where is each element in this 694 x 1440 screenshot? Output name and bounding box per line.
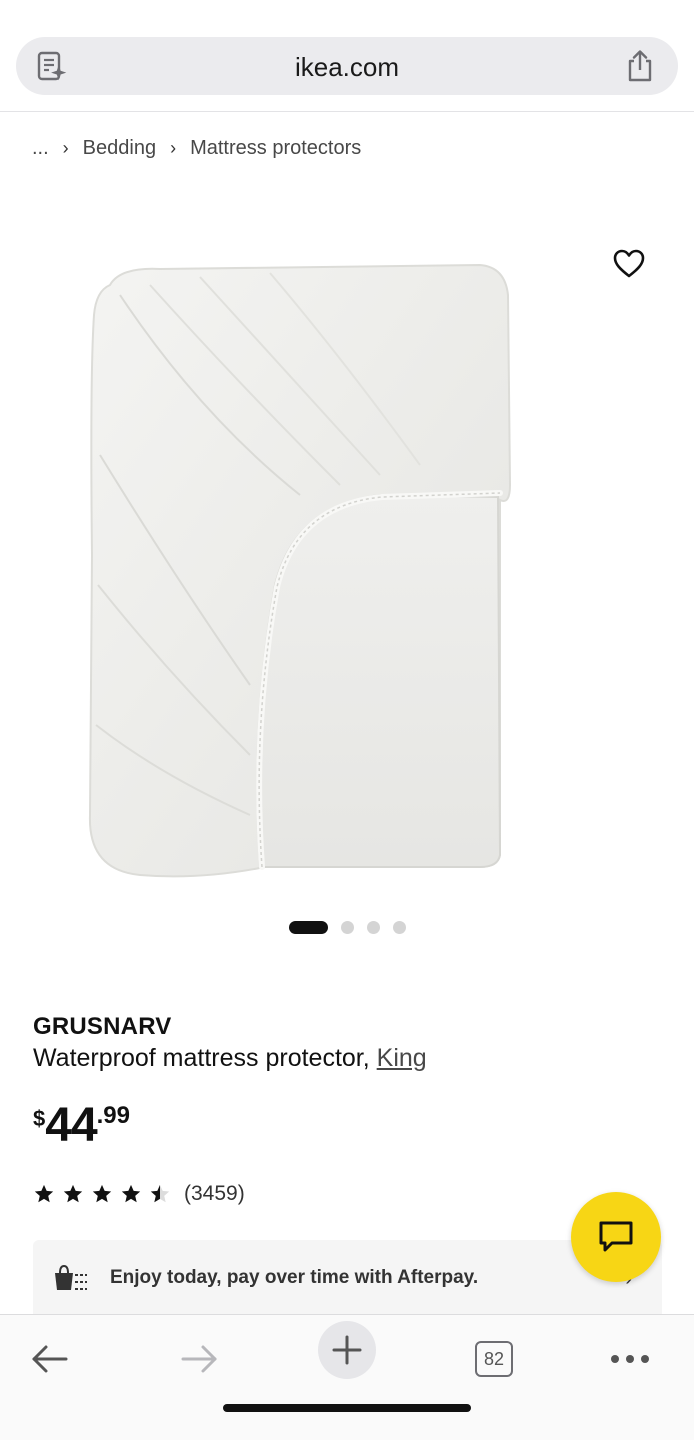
more-dots-icon (611, 1355, 649, 1363)
rating-count[interactable]: (3459) (184, 1182, 245, 1206)
star-full-icon (34, 1184, 54, 1203)
chat-button[interactable] (571, 1192, 661, 1282)
chevron-right-icon: › (170, 137, 177, 158)
star-full-icon (63, 1184, 83, 1203)
carousel-indicator[interactable] (289, 920, 406, 934)
page: ikea.com ... › Bedding › Mattress protec… (0, 0, 694, 1440)
star-half-icon (150, 1184, 170, 1203)
arrow-right-icon (181, 1345, 217, 1373)
carousel-dot-active[interactable] (289, 920, 328, 934)
back-button[interactable] (20, 1329, 80, 1389)
tab-count: 82 (475, 1341, 513, 1377)
carousel-dot[interactable] (393, 920, 406, 934)
breadcrumb: ... › Bedding › Mattress protectors (32, 134, 361, 162)
arrow-left-icon (32, 1345, 68, 1373)
product-rating[interactable]: (3459) (33, 1180, 245, 1208)
price-decimal: .99 (96, 1102, 131, 1129)
rating-stars (33, 1183, 178, 1205)
shopping-bag-icon (55, 1264, 87, 1290)
product-description-text: Waterproof mattress protector, (33, 1044, 370, 1072)
afterpay-text: Enjoy today, pay over time with Afterpay… (110, 1267, 479, 1288)
breadcrumb-ellipsis[interactable]: ... (32, 137, 49, 160)
more-button[interactable] (600, 1329, 660, 1389)
carousel-dot[interactable] (367, 920, 380, 934)
product-price: $ 44 .99 (33, 1098, 130, 1154)
browser-bottom-toolbar: 82 (0, 1314, 694, 1440)
chat-bubble-icon (599, 1221, 633, 1252)
afterpay-banner[interactable]: Enjoy today, pay over time with Afterpay… (33, 1240, 662, 1314)
carousel-dot[interactable] (341, 920, 354, 934)
size-link[interactable]: King (377, 1044, 427, 1072)
forward-button[interactable] (169, 1329, 229, 1389)
address-domain[interactable]: ikea.com (16, 52, 678, 83)
heart-icon[interactable] (612, 248, 646, 280)
star-full-icon (92, 1184, 112, 1203)
breadcrumb-item-mattress-protectors[interactable]: Mattress protectors (190, 137, 361, 160)
home-indicator[interactable] (223, 1404, 471, 1412)
browser-top-bar: ikea.com (0, 0, 694, 112)
plus-icon (332, 1335, 362, 1365)
product-brand: GRUSNARV (33, 1013, 172, 1040)
share-icon[interactable] (624, 49, 656, 83)
star-full-icon (121, 1184, 141, 1203)
price-currency: $ (33, 1106, 46, 1131)
new-tab-button[interactable] (318, 1321, 376, 1379)
chevron-right-icon: › (62, 137, 69, 158)
tabs-button[interactable]: 82 (464, 1329, 524, 1389)
price-integer: 44 (45, 1099, 97, 1152)
product-image[interactable] (80, 255, 520, 885)
breadcrumb-item-bedding[interactable]: Bedding (83, 137, 156, 160)
product-description: Waterproof mattress protector, King (33, 1044, 427, 1073)
address-bar[interactable]: ikea.com (16, 37, 678, 95)
